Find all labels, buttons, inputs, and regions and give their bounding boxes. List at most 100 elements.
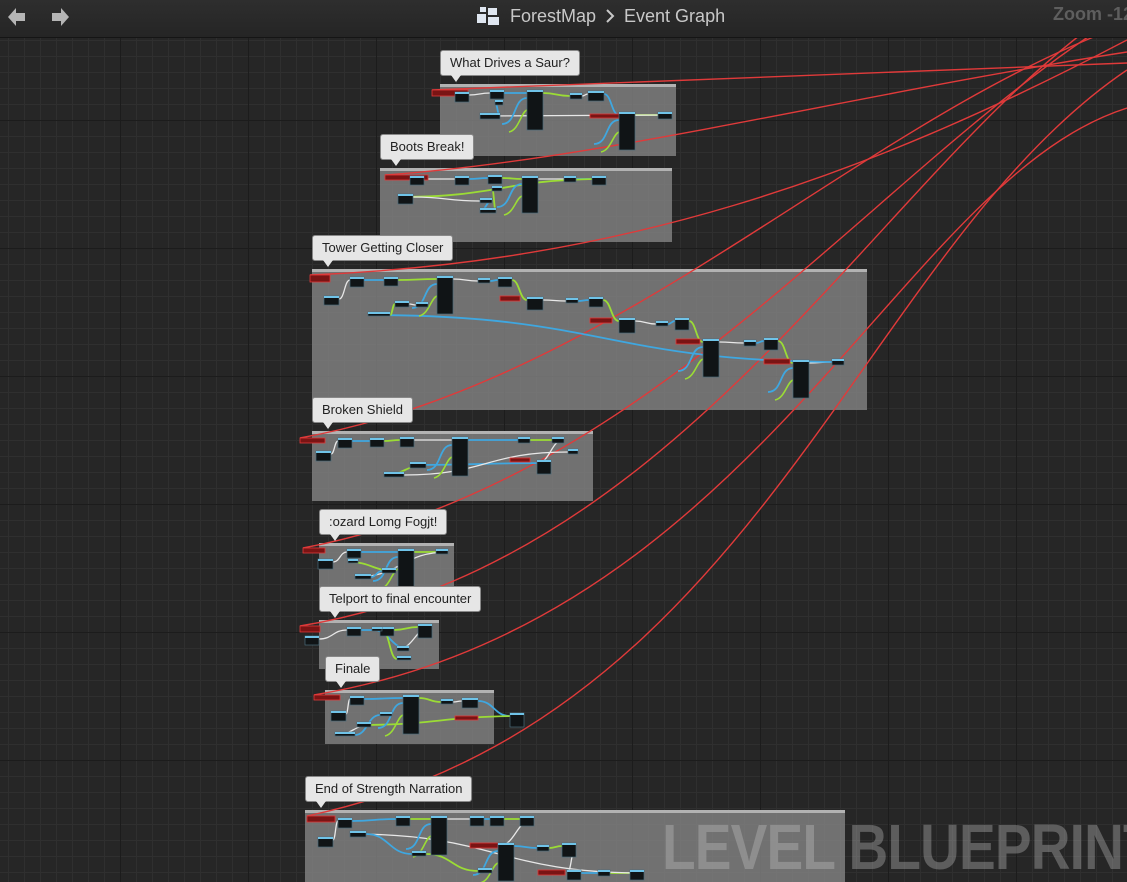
- blueprint-node[interactable]: [618, 317, 636, 334]
- blueprint-node[interactable]: [526, 89, 544, 131]
- pin-wire: [577, 299, 590, 302]
- forward-button[interactable]: [47, 5, 71, 29]
- node-header: [372, 627, 382, 629]
- node-header: [793, 360, 809, 362]
- pin-wire: [468, 92, 491, 96]
- node-header: [418, 624, 432, 626]
- event-node[interactable]: [469, 842, 499, 849]
- node-header: [398, 549, 414, 551]
- node-header: [403, 695, 419, 697]
- node-header: [498, 277, 512, 279]
- data-wire-blue: [501, 97, 528, 125]
- blueprint-node[interactable]: [521, 175, 539, 214]
- event-node[interactable]: [589, 317, 613, 324]
- event-node[interactable]: [675, 338, 701, 345]
- event-node[interactable]: [499, 295, 521, 302]
- node-header: [522, 176, 538, 178]
- blueprint-node[interactable]: [436, 275, 454, 315]
- blueprint-node[interactable]: [536, 459, 552, 475]
- node-header: [397, 656, 411, 658]
- pin-wire: [412, 196, 481, 202]
- node-header: [570, 93, 582, 95]
- breadcrumb-event-graph[interactable]: Event Graph: [624, 6, 725, 27]
- blueprint-node[interactable]: [618, 111, 636, 151]
- blueprint-node[interactable]: [402, 694, 420, 735]
- pin-wire: [318, 629, 348, 640]
- event-node[interactable]: [537, 869, 566, 876]
- comment-title-broken-shield[interactable]: Broken Shield: [312, 397, 413, 429]
- node-header: [520, 816, 534, 818]
- event-node[interactable]: [763, 358, 791, 365]
- event-node[interactable]: [309, 274, 331, 283]
- pin-wire: [603, 93, 620, 116]
- node-header: [480, 208, 496, 210]
- comment-title-what-drives-a-saur[interactable]: What Drives a Saur?: [440, 50, 580, 82]
- node-header: [490, 816, 504, 818]
- comment-title-lozard-lomg-fogjt[interactable]: :ozard Lomg Fogjt!: [319, 509, 448, 541]
- data-wire-blue: [593, 119, 620, 145]
- data-wire-green: [503, 195, 523, 216]
- comment-title-tower-getting-closer[interactable]: Tower Getting Closer: [312, 235, 454, 267]
- pin-wire: [363, 697, 404, 700]
- zoom-level-label: Zoom -12: [1052, 4, 1127, 24]
- comment-title-end-of-strength-narration[interactable]: End of Strength Narration: [305, 776, 473, 808]
- blueprint-node[interactable]: [509, 712, 525, 728]
- blueprint-node[interactable]: [417, 623, 433, 639]
- back-button[interactable]: [6, 5, 30, 29]
- pin-wire: [667, 320, 676, 325]
- breadcrumb-forestmap[interactable]: ForestMap: [510, 6, 596, 27]
- level-blueprint-graph-canvas[interactable]: LEVEL BLUEPRINT ForestMap Event Graph Zo…: [0, 0, 1127, 882]
- node-header: [598, 870, 610, 872]
- event-node[interactable]: [454, 715, 479, 721]
- node-header: [331, 711, 346, 713]
- node-header: [324, 296, 339, 298]
- arrow-left-icon: [8, 8, 25, 26]
- node-header: [619, 318, 635, 320]
- data-wire-green: [684, 358, 704, 380]
- node-header: [382, 568, 396, 570]
- node-header: [395, 301, 409, 303]
- pin-wire: [330, 440, 339, 455]
- data-wire-green: [508, 109, 528, 133]
- event-node[interactable]: [509, 457, 531, 463]
- node-header: [492, 186, 502, 188]
- event-node[interactable]: [313, 694, 341, 701]
- node-header: [478, 278, 490, 280]
- event-node[interactable]: [299, 625, 321, 633]
- comment-title-boots-break[interactable]: Boots Break!: [380, 134, 475, 166]
- node-header: [370, 438, 384, 440]
- pin-wire: [351, 818, 397, 822]
- pin-wire: [338, 279, 351, 300]
- blueprint-node[interactable]: [561, 842, 577, 858]
- comment-title-finale[interactable]: Finale: [325, 656, 381, 688]
- node-header: [619, 112, 635, 114]
- node-header: [335, 732, 355, 734]
- blueprint-node[interactable]: [792, 359, 810, 399]
- pin-wire: [718, 341, 745, 344]
- pin-wire: [389, 303, 396, 316]
- node-header: [350, 696, 364, 698]
- event-node[interactable]: [302, 547, 326, 554]
- blueprint-node[interactable]: [497, 842, 515, 882]
- event-node[interactable]: [306, 815, 336, 823]
- node-header: [316, 451, 331, 453]
- blueprint-node[interactable]: [451, 436, 469, 477]
- pin-wire: [548, 845, 563, 849]
- node-header: [568, 449, 578, 451]
- pin-wire: [755, 340, 765, 344]
- node-header: [350, 831, 366, 833]
- node-header: [380, 712, 392, 714]
- blueprint-node[interactable]: [397, 548, 415, 588]
- pin-wire: [581, 93, 589, 97]
- node-header: [480, 198, 492, 200]
- node-header: [589, 297, 603, 299]
- node-header: [675, 318, 689, 320]
- pin-wire: [477, 700, 511, 717]
- blueprint-node[interactable]: [702, 338, 720, 378]
- node-header: [656, 321, 668, 323]
- blueprint-node[interactable]: [430, 815, 448, 856]
- pin-wire: [393, 626, 419, 631]
- comment-title-telport-to-final-encounter[interactable]: Telport to final encounter: [319, 586, 482, 618]
- event-node[interactable]: [299, 437, 326, 444]
- comment-graph-boots-break: [384, 174, 607, 216]
